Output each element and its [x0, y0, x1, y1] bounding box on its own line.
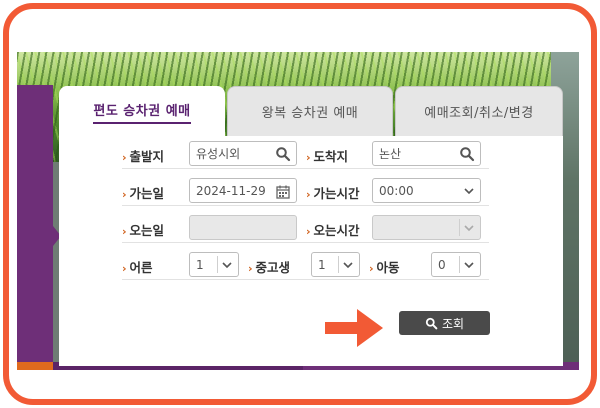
return-time-label: › 오는시간	[306, 223, 360, 238]
label-arrow-icon: ›	[122, 188, 127, 201]
search-button-label: 조회	[441, 316, 465, 331]
go-time-label: › 가는시간	[306, 186, 360, 201]
search-button[interactable]: 조회	[399, 311, 490, 335]
search-icon[interactable]	[459, 146, 475, 162]
departure-input[interactable]: 유성시외	[189, 141, 297, 166]
bottom-band-accent	[17, 362, 53, 370]
go-date-value: 2024-11-29	[196, 183, 266, 198]
left-purple-band	[17, 85, 53, 370]
tab-one-way-label: 편도 승차권 예매	[93, 100, 191, 124]
arrival-input[interactable]: 논산	[372, 141, 481, 166]
youth-count-select[interactable]: 1	[311, 252, 360, 277]
search-icon[interactable]	[275, 146, 291, 162]
tab-lookup-label: 예매조회/취소/변경	[424, 106, 534, 121]
label-arrow-icon: ›	[122, 262, 127, 275]
youth-label: › 중고생	[248, 260, 291, 275]
return-date-label: › 오는일	[122, 223, 165, 238]
child-count-value: 0	[438, 257, 446, 272]
tab-round-trip-label: 왕복 승차권 예매	[261, 106, 359, 121]
select-divider	[459, 219, 460, 236]
child-label: › 아동	[369, 260, 400, 275]
label-arrow-icon: ›	[122, 151, 127, 164]
tab-round-trip[interactable]: 왕복 승차권 예매	[227, 86, 393, 136]
adult-label: › 어른	[122, 260, 153, 275]
label-arrow-icon: ›	[306, 225, 311, 238]
adult-count-select[interactable]: 1	[189, 252, 239, 277]
go-time-value: 00:00	[379, 183, 414, 198]
adult-count-value: 1	[196, 257, 204, 272]
form-row-departure-time: › 가는일 2024-11-29 › 가는시간 00:00	[122, 176, 489, 206]
go-time-select[interactable]: 00:00	[372, 178, 481, 203]
go-date-label: › 가는일	[122, 186, 165, 201]
form-row-passengers: › 어른 1 › 중고생 1 › 아동 0	[122, 250, 489, 280]
arrow-right-icon	[325, 309, 383, 347]
select-divider	[217, 256, 218, 273]
chevron-down-icon	[464, 225, 474, 232]
chevron-down-icon	[464, 262, 474, 269]
return-date-input[interactable]	[189, 215, 297, 240]
search-icon	[425, 317, 438, 329]
label-arrow-icon: ›	[306, 151, 311, 164]
form-row-return: › 오는일 › 오는시간	[122, 213, 489, 243]
arrival-value: 논산	[379, 147, 402, 161]
select-divider	[338, 256, 339, 273]
label-arrow-icon: ›	[306, 188, 311, 201]
select-divider	[459, 256, 460, 273]
return-time-select[interactable]	[372, 215, 481, 240]
tab-lookup-cancel-change[interactable]: 예매조회/취소/변경	[395, 86, 563, 136]
arrival-label: › 도착지	[306, 149, 349, 164]
tab-one-way[interactable]: 편도 승차권 예매	[59, 86, 225, 136]
go-date-input[interactable]: 2024-11-29	[189, 178, 297, 203]
calendar-icon[interactable]	[275, 184, 291, 200]
departure-value: 유성시외	[196, 147, 241, 161]
label-arrow-icon: ›	[122, 225, 127, 238]
form-row-locations: › 출발지 유성시외 › 도착지 논산	[122, 139, 489, 169]
child-count-select[interactable]: 0	[431, 252, 481, 277]
chevron-down-icon	[343, 262, 353, 269]
label-arrow-icon: ›	[369, 262, 374, 275]
chevron-down-icon	[464, 188, 474, 195]
departure-label: › 출발지	[122, 149, 165, 164]
tab-bar: 편도 승차권 예매 왕복 승차권 예매 예매조회/취소/변경	[59, 86, 563, 136]
youth-count-value: 1	[318, 257, 326, 272]
chevron-down-icon	[222, 262, 232, 269]
label-arrow-icon: ›	[248, 262, 253, 275]
